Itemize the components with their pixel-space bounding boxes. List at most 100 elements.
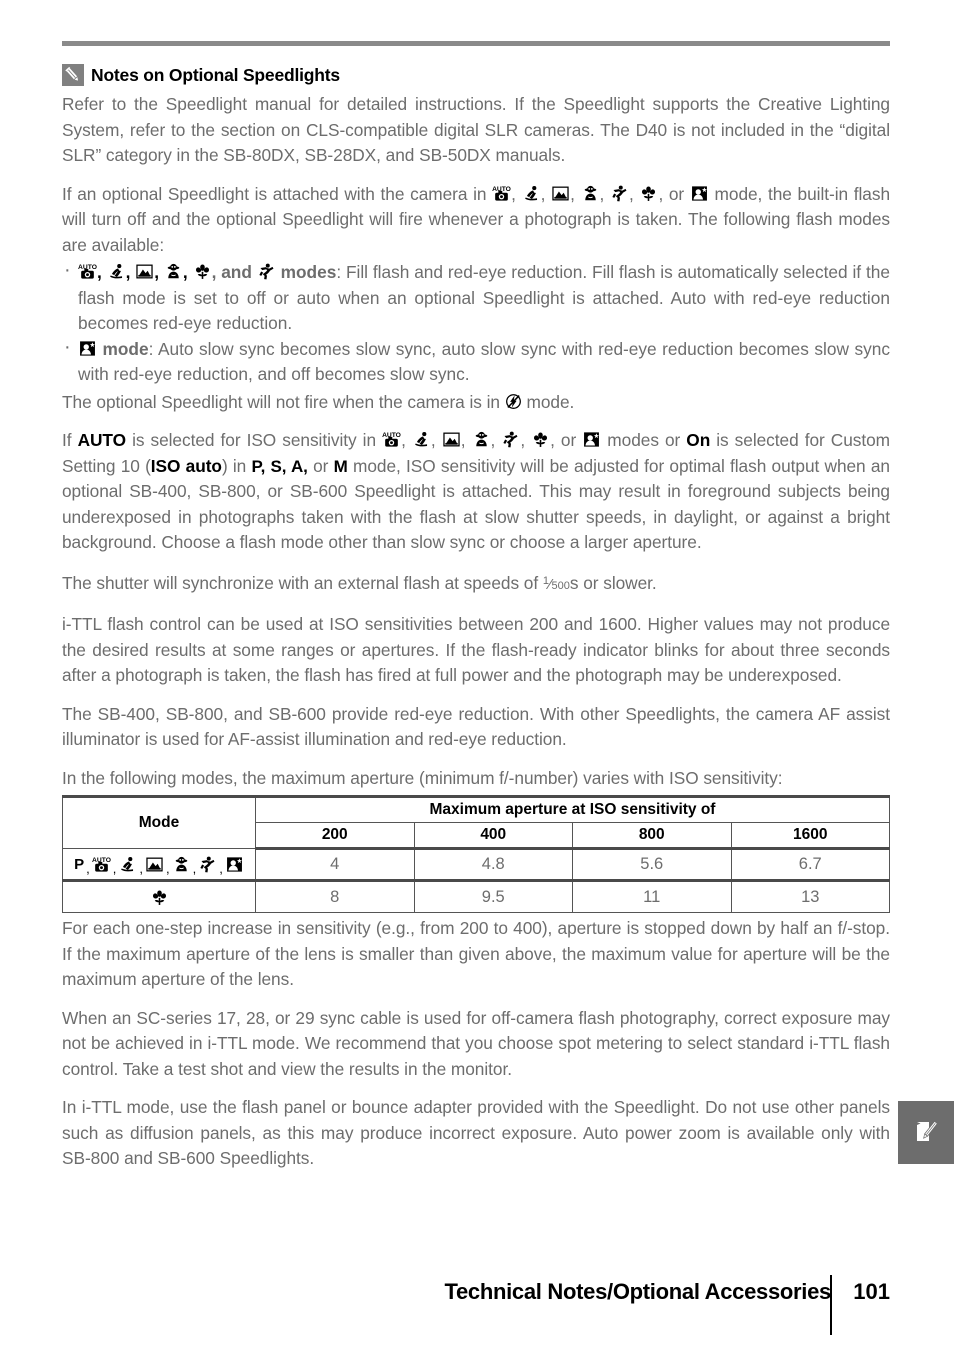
auto-camera-mode-icon: AUTO (92, 855, 111, 874)
p3-f: ) in (221, 455, 252, 476)
section-side-tab (898, 1101, 954, 1164)
bullet-comma-1: , (97, 262, 107, 282)
table-header-iso-200: 200 (255, 822, 415, 850)
paragraph-sc-series-cable: When an SC-series 17, 28, or 29 sync cab… (62, 1007, 890, 1079)
aperture-table: Mode Maximum aperture at ISO sensitivity… (62, 795, 890, 913)
night-portrait-mode-icon (78, 339, 97, 358)
landscape-mode-icon (135, 262, 154, 281)
top-divider (62, 41, 890, 46)
paragraph-redeye-reduction: The SB-400, SB-800, and SB-600 provide r… (62, 703, 890, 750)
icon-comma: , (139, 861, 143, 876)
close-up-mode-icon (150, 888, 169, 907)
portrait-mode-icon (522, 184, 541, 203)
page-number: 101 (853, 1279, 890, 1304)
icon-comma: , (192, 861, 197, 876)
mode-icon-group (65, 885, 253, 909)
portrait-mode-icon (107, 262, 126, 281)
sports-mode-icon (198, 855, 217, 874)
paragraph-ittl-control: i-TTL flash control can be used at ISO s… (62, 614, 890, 685)
table-header-mode: Mode (62, 795, 256, 849)
comma-3: , (570, 183, 581, 204)
table-cell-r1-400: 4.8 (413, 848, 573, 882)
night-portrait-mode-icon (225, 855, 244, 874)
comma-4: , (599, 183, 610, 204)
child-mode-icon (172, 855, 191, 874)
note-title: Notes on Optional Speedlights (91, 64, 340, 85)
table-cell-r2-1600: 13 (730, 880, 890, 913)
bullet-and-label: , and (211, 262, 257, 282)
table-row: 8 9.5 11 13 (62, 880, 890, 913)
sports-mode-icon (610, 184, 629, 203)
close-up-mode-icon (193, 262, 212, 281)
auto-camera-mode-icon: AUTO (492, 184, 511, 203)
sports-mode-icon (501, 430, 520, 449)
night-portrait-mode-icon (690, 184, 709, 203)
child-mode-icon (581, 184, 600, 203)
p3-comma-4: , (490, 430, 502, 450)
bullet-2-text: : Auto slow sync becomes slow sync, auto… (78, 338, 890, 385)
footer-section-title: Technical Notes/Optional Accessories (444, 1279, 831, 1304)
table-cell-r2-200: 8 (255, 880, 415, 913)
shutter-speed-fraction: 1⁄500 (542, 574, 570, 593)
text-mid-or: , or (658, 183, 690, 204)
program-mode-label: P (74, 855, 85, 873)
bullet-comma-2: , (125, 262, 136, 282)
table-row: P, AUTO, , , , , 4 4.8 5.6 6.7 (62, 848, 890, 882)
paragraph-auto-iso: If AUTO is selected for ISO sensitivity … (62, 428, 890, 556)
table-header-iso-1600: 1600 (730, 822, 890, 850)
sports-mode-icon (257, 262, 276, 281)
p3-g: or (307, 455, 334, 476)
close-up-mode-icon (531, 430, 550, 449)
pencil-note-icon (62, 64, 84, 86)
p3-a: If (62, 430, 78, 450)
auto-camera-mode-icon: AUTO (78, 262, 97, 281)
fraction-denominator: 500 (551, 579, 570, 592)
bullet-comma-3: , (154, 262, 164, 282)
note-pencil-tab-icon (917, 1120, 938, 1143)
iso-auto-label: ISO auto (150, 455, 222, 476)
table-header-iso-400: 400 (413, 822, 573, 850)
table-cell-r2-800: 11 (572, 880, 732, 913)
p3-comma-1: , (401, 430, 412, 450)
icon-comma: , (166, 861, 170, 876)
flash-modes-list: AUTO, , , , , and modes: Fill flash and … (62, 258, 890, 388)
night-portrait-mode-icon (582, 430, 601, 449)
on-label: On (686, 430, 711, 450)
comma-1: , (511, 183, 522, 204)
fraction-numerator: 1 (542, 574, 549, 587)
table-header-row-1: Mode Maximum aperture at ISO sensitivity… (62, 795, 890, 849)
close-up-mode-icon (639, 184, 658, 203)
list-item-fill-flash: AUTO, , , , , and modes: Fill flash and … (62, 258, 890, 337)
paragraph-shutter-sync: The shutter will synchronize with an ext… (62, 569, 890, 600)
icon-comma: , (112, 861, 117, 876)
text-after-flash-off: mode. (521, 391, 575, 412)
icon-comma: , (86, 861, 90, 876)
table-cell-r1-800: 5.6 (572, 848, 732, 882)
bullet-modes-label: modes (275, 262, 337, 282)
auto-camera-mode-icon: AUTO (382, 430, 401, 449)
table-header-iso-span: Maximum aperture at ISO sensitivity of (255, 795, 890, 823)
table-cell-r1-1600: 6.7 (730, 848, 890, 882)
p4-a: The shutter will synchronize with an ext… (62, 572, 543, 593)
p4-b: or slower. (578, 572, 657, 593)
child-mode-icon (472, 430, 491, 449)
paragraph-refer-manual: Refer to the Speedlight manual for detai… (62, 94, 890, 165)
portrait-mode-icon (118, 855, 137, 874)
landscape-mode-icon (551, 184, 570, 203)
p3-d: modes or (601, 430, 687, 450)
mode-icon-group: P, AUTO, , , , , (65, 852, 253, 876)
table-cell-r2-400: 9.5 (413, 880, 573, 913)
comma-2: , (540, 183, 552, 204)
text-before-flash-off: The optional Speedlight will not fire wh… (62, 391, 505, 412)
icon-comma: , (219, 861, 223, 876)
table-cell-mode-icons-row2 (62, 880, 256, 913)
p3-comma-2: , (430, 430, 442, 450)
note-heading: Notes on Optional Speedlights (62, 64, 890, 86)
paragraph-optional-speedlight-attached: If an optional Speedlight is attached wi… (62, 182, 890, 259)
p3-c: , or (550, 430, 583, 450)
page-footer: Technical Notes/Optional Accessories 101 (0, 1275, 890, 1335)
bullet-comma-4: , (182, 262, 193, 282)
text-before-mode-icons: If an optional Speedlight is attached wi… (62, 183, 493, 204)
p3-comma-5: , (520, 430, 532, 450)
landscape-mode-icon (145, 855, 164, 874)
